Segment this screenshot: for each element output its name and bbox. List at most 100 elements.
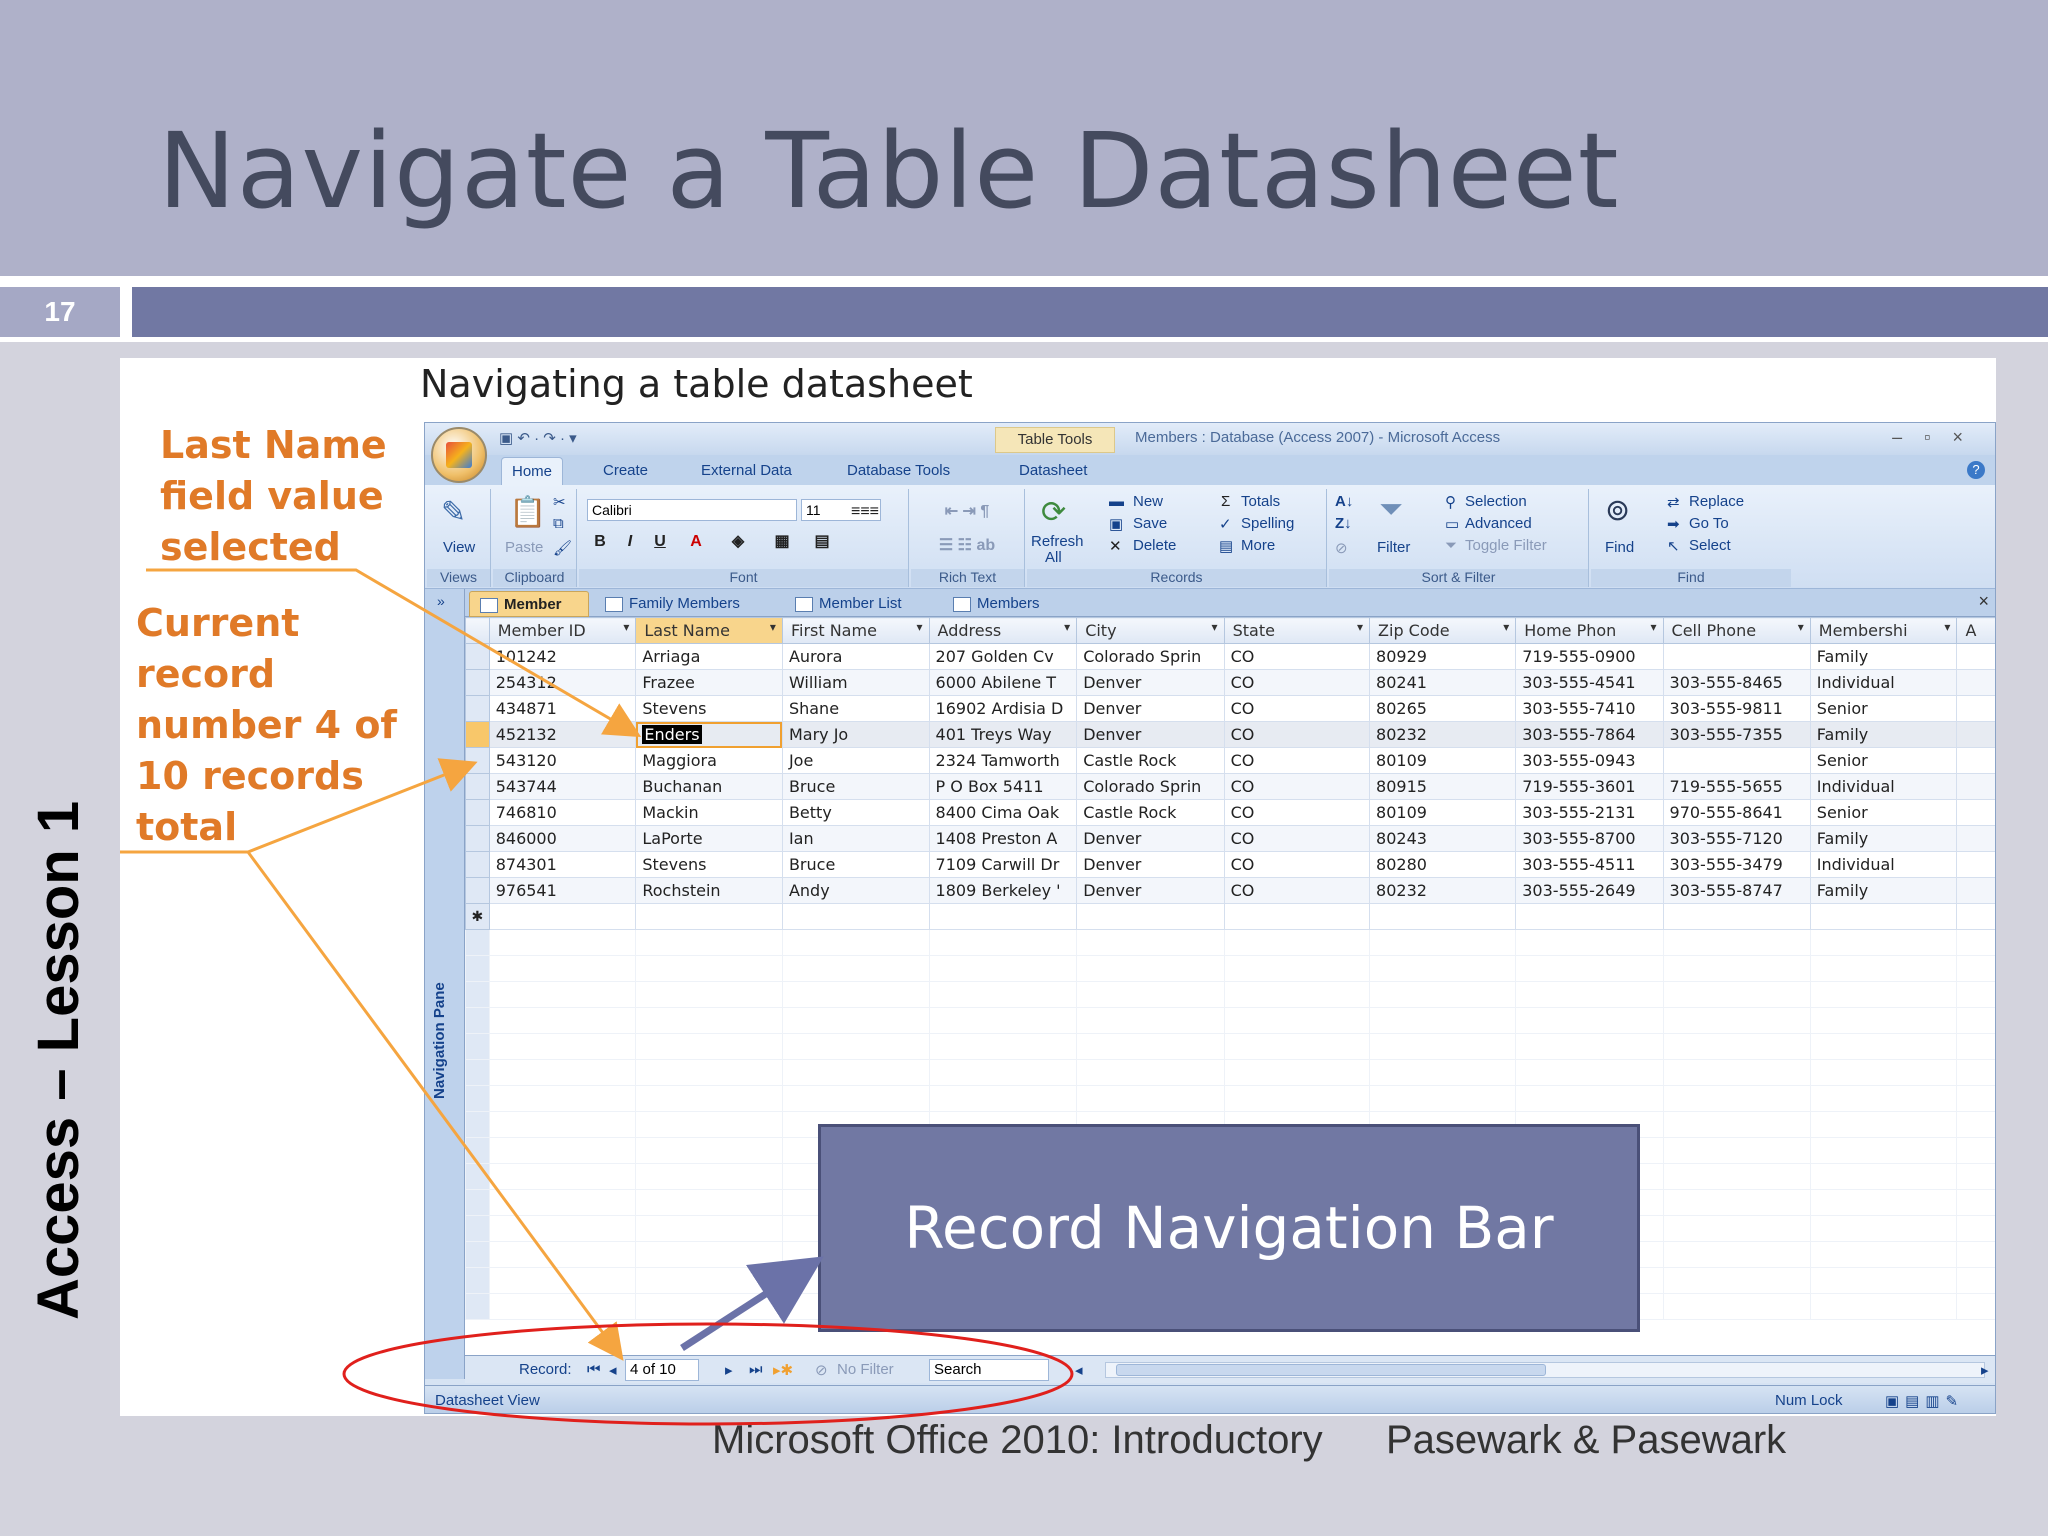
table-cell[interactable]: Colorado Sprin xyxy=(1076,773,1225,800)
tab-home[interactable]: Home xyxy=(501,457,564,485)
table-cell[interactable]: 543120 xyxy=(488,747,637,774)
indent-icons[interactable]: ⇤ ⇥ ¶ xyxy=(919,501,1015,523)
go-to-button[interactable]: Go To xyxy=(1689,515,1729,532)
paste-button[interactable]: Paste xyxy=(505,539,543,556)
filter-status[interactable]: No Filter xyxy=(837,1361,894,1378)
dropdown-arrow-icon[interactable]: ▾ xyxy=(1064,620,1070,634)
table-cell[interactable]: William xyxy=(781,669,930,696)
table-cell[interactable] xyxy=(1223,903,1371,930)
table-cell[interactable]: CO xyxy=(1223,825,1371,852)
tab-database-tools[interactable]: Database Tools xyxy=(837,457,960,485)
table-cell[interactable]: Frazee xyxy=(635,669,783,696)
column-header[interactable]: First Name ▾ xyxy=(781,617,930,644)
table-cell[interactable]: CO xyxy=(1223,695,1371,722)
table-cell[interactable]: 303-555-4541 xyxy=(1515,669,1664,696)
record-selector[interactable] xyxy=(465,747,490,774)
table-cell[interactable]: Rochstein xyxy=(635,877,783,904)
table-row[interactable]: 434871 Stevens Shane 16902 Ardisia D Denver C… xyxy=(465,695,1995,722)
table-cell[interactable]: 1408 Preston A xyxy=(928,825,1078,852)
table-cell[interactable]: 7109 Carwill Dr xyxy=(928,851,1078,878)
next-record-icon[interactable]: ▸ xyxy=(725,1361,733,1379)
table-cell[interactable]: 303-555-3479 xyxy=(1662,851,1811,878)
table-cell[interactable]: 16902 Ardisia D xyxy=(928,695,1078,722)
table-cell[interactable]: Denver xyxy=(1076,669,1225,696)
bold-button[interactable]: B xyxy=(587,531,613,553)
table-cell[interactable]: 719-555-5655 xyxy=(1662,773,1811,800)
underline-button[interactable]: U xyxy=(647,531,673,553)
tab-members[interactable]: Members xyxy=(943,591,1063,617)
table-cell[interactable]: Maggiora xyxy=(635,747,783,774)
dropdown-arrow-icon[interactable]: ▾ xyxy=(1503,620,1509,634)
record-selector[interactable] xyxy=(465,669,490,696)
table-cell[interactable]: Denver xyxy=(1076,825,1225,852)
sort-descending-icon[interactable]: Z↓ xyxy=(1335,515,1352,532)
table-cell[interactable] xyxy=(781,903,930,930)
tab-member-list[interactable]: Member List xyxy=(785,591,937,617)
view-button[interactable]: View xyxy=(443,539,475,556)
table-cell[interactable]: 303-555-2131 xyxy=(1515,799,1664,826)
window-controls[interactable]: –▫× xyxy=(1892,427,1985,448)
scroll-left-icon[interactable]: ◂ xyxy=(1075,1361,1083,1379)
close-icon[interactable]: × xyxy=(1978,591,1989,612)
table-cell[interactable] xyxy=(1956,643,1995,670)
table-cell[interactable]: 434871 xyxy=(488,695,637,722)
totals-button[interactable]: Totals xyxy=(1241,493,1280,510)
table-cell[interactable] xyxy=(1956,669,1995,696)
table-cell[interactable]: 874301 xyxy=(488,851,637,878)
list-icons[interactable]: ☰ ☷ ab xyxy=(919,535,1015,557)
table-cell[interactable] xyxy=(635,903,783,930)
table-cell[interactable]: CO xyxy=(1223,747,1371,774)
table-cell[interactable]: Stevens xyxy=(635,851,783,878)
table-cell[interactable]: Family xyxy=(1809,721,1958,748)
record-selector[interactable] xyxy=(465,851,490,878)
table-cell[interactable]: 80243 xyxy=(1369,825,1517,852)
table-cell[interactable]: 2324 Tamworth xyxy=(928,747,1078,774)
tab-datasheet[interactable]: Datasheet xyxy=(1009,457,1097,485)
table-cell[interactable]: 846000 xyxy=(488,825,637,852)
first-record-icon[interactable]: ⏮ xyxy=(587,1361,601,1378)
copy-icon[interactable]: ⧉ xyxy=(553,515,564,532)
table-cell[interactable]: Arriaga xyxy=(635,643,783,670)
delete-record-button[interactable]: Delete xyxy=(1133,537,1176,554)
table-row[interactable]: 976541 Rochstein Andy 1809 Berkeley ' Denver… xyxy=(465,877,1995,904)
last-record-icon[interactable]: ⏭ xyxy=(749,1361,763,1378)
column-header[interactable]: Address ▾ xyxy=(928,617,1078,644)
table-cell[interactable]: Mackin xyxy=(635,799,783,826)
table-cell[interactable]: 303-555-9811 xyxy=(1662,695,1811,722)
font-name-box[interactable]: Calibri xyxy=(587,499,797,521)
table-cell[interactable] xyxy=(1956,903,1995,930)
table-cell[interactable]: CO xyxy=(1223,643,1371,670)
table-cell[interactable]: Denver xyxy=(1076,851,1225,878)
quick-access-toolbar[interactable]: ▣ ↶ · ↷ · ▾ xyxy=(499,429,577,447)
table-cell[interactable]: Senior xyxy=(1809,799,1958,826)
table-cell[interactable] xyxy=(1662,903,1811,930)
table-cell[interactable] xyxy=(1956,799,1995,826)
table-cell[interactable]: CO xyxy=(1223,877,1371,904)
table-cell[interactable]: CO xyxy=(1223,669,1371,696)
column-header[interactable]: City ▾ xyxy=(1076,617,1225,644)
spelling-button[interactable]: Spelling xyxy=(1241,515,1294,532)
column-header[interactable]: Cell Phone ▾ xyxy=(1662,617,1811,644)
table-cell[interactable]: 746810 xyxy=(488,799,637,826)
table-cell[interactable] xyxy=(928,903,1078,930)
table-cell[interactable]: Bruce xyxy=(781,851,930,878)
dropdown-arrow-icon[interactable]: ▾ xyxy=(770,620,776,634)
table-cell[interactable]: Buchanan xyxy=(635,773,783,800)
table-cell[interactable]: Individual xyxy=(1809,851,1958,878)
select-button[interactable]: Select xyxy=(1689,537,1731,554)
table-cell[interactable]: Family xyxy=(1809,877,1958,904)
gridlines-icon[interactable]: ▦ xyxy=(769,531,795,553)
record-selector[interactable] xyxy=(465,721,490,748)
table-cell[interactable] xyxy=(1956,747,1995,774)
tab-member[interactable]: Member xyxy=(469,591,589,617)
table-cell[interactable]: 80232 xyxy=(1369,877,1517,904)
table-cell[interactable]: 303-555-7410 xyxy=(1515,695,1664,722)
table-cell[interactable]: Family xyxy=(1809,825,1958,852)
table-cell[interactable]: Andy xyxy=(781,877,930,904)
table-row[interactable]: 543120 Maggiora Joe 2324 Tamworth Castle Roc… xyxy=(465,747,1995,774)
table-cell[interactable]: 8400 Cima Oak xyxy=(928,799,1078,826)
record-selector[interactable] xyxy=(465,877,490,904)
dropdown-arrow-icon[interactable]: ▾ xyxy=(1650,620,1656,634)
table-cell[interactable] xyxy=(1662,643,1811,670)
table-cell[interactable]: 303-555-7355 xyxy=(1662,721,1811,748)
